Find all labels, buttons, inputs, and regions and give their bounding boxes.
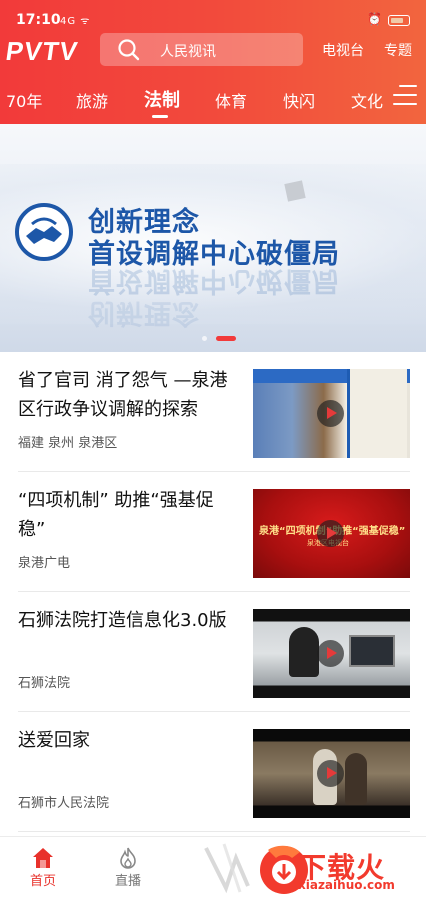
tv-station-link[interactable]: 电视台	[322, 40, 364, 60]
nav-home[interactable]: 首页	[13, 837, 73, 893]
news-item[interactable]: “四项机制” 助推“强基促稳” 泉港广电 泉港“四项机制”助推“强基促稳” 泉港…	[18, 472, 410, 592]
news-thumbnail[interactable]	[253, 609, 410, 698]
news-thumbnail[interactable]: 泉港“四项机制”助推“强基促稳” 泉港区电视台	[253, 489, 410, 578]
news-title: “四项机制” 助推“强基促稳”	[18, 490, 214, 540]
flame-icon	[120, 847, 136, 869]
battery-icon	[388, 15, 410, 26]
search-placeholder: 人民视讯	[160, 44, 216, 60]
signal-icon: 4G ᯤ	[60, 16, 91, 27]
featured-banner[interactable]: 创新理念 首设调解中心破僵局 首设调解中心破僵局 创新理念	[0, 124, 426, 352]
tab-flashmob[interactable]: 快闪	[283, 88, 315, 112]
news-source: 泉港广电	[18, 556, 71, 571]
tab-70years[interactable]: 70年	[6, 88, 42, 112]
status-time: 17:10	[16, 12, 61, 28]
handshake-emblem-icon	[15, 203, 73, 261]
app-logo[interactable]: PVTV	[4, 36, 80, 67]
news-source: 石狮市人民法院	[18, 796, 110, 811]
banner-reflection-2: 创新理念	[88, 297, 200, 328]
alarm-icon: ⏰	[367, 12, 382, 26]
search-icon	[118, 39, 140, 61]
play-icon[interactable]	[317, 400, 344, 427]
nav-live[interactable]: 直播	[98, 837, 158, 893]
play-icon[interactable]	[317, 640, 344, 667]
tab-sports[interactable]: 体育	[215, 88, 247, 112]
play-icon[interactable]	[317, 520, 344, 547]
home-icon	[33, 848, 53, 868]
news-source: 福建 泉州 泉港区	[18, 436, 118, 451]
carousel-dot[interactable]	[202, 336, 207, 341]
tab-travel[interactable]: 旅游	[76, 88, 108, 112]
app-bar: PVTV 人民视讯 电视台 专题	[0, 32, 426, 68]
nav-live-label: 直播	[114, 874, 141, 889]
menu-icon[interactable]	[393, 85, 417, 107]
news-thumbnail[interactable]	[253, 729, 410, 818]
news-item[interactable]: 送爱回家 石狮市人民法院	[18, 712, 410, 832]
news-item[interactable]: 省了官司 消了怨气 —泉港区行政争议调解的探索 福建 泉州 泉港区	[18, 352, 410, 472]
header-background: 17:10 4G ᯤ ⏰ PVTV 人民视讯 电视台 专题 70年 旅游 法制 …	[0, 0, 426, 124]
news-title: 石狮法院打造信息化3.0版	[18, 610, 227, 631]
banner-decoration	[284, 180, 306, 202]
news-source: 石狮法院	[18, 676, 71, 691]
carousel-dot-active[interactable]	[216, 336, 236, 341]
tab-law[interactable]: 法制	[144, 86, 180, 112]
watermark-url: xiazaihuo.com	[298, 878, 395, 892]
topic-link[interactable]: 专题	[384, 40, 412, 60]
active-tab-indicator	[152, 115, 168, 118]
status-bar: 17:10 4G ᯤ ⏰	[0, 0, 426, 30]
tab-culture[interactable]: 文化	[351, 88, 383, 112]
news-title: 省了官司 消了怨气 —泉港区行政争议调解的探索	[18, 370, 228, 420]
news-item[interactable]: 石狮法院打造信息化3.0版 石狮法院	[18, 592, 410, 712]
news-title: 送爱回家	[18, 730, 90, 751]
nav-home-label: 首页	[29, 874, 56, 889]
search-bar[interactable]: 人民视讯	[100, 33, 303, 66]
category-tabs: 70年 旅游 法制 体育 快闪 文化	[0, 80, 426, 120]
news-thumbnail[interactable]	[253, 369, 410, 458]
play-icon[interactable]	[317, 760, 344, 787]
